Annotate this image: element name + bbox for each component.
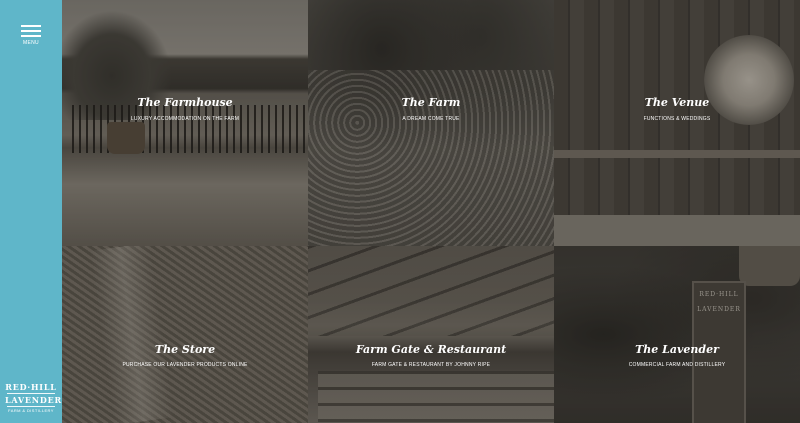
hamburger-icon-bar [21,30,41,32]
tile-shade [308,0,554,246]
tile-store[interactable]: The Store PURCHASE OUR LAVENDER PRODUCTS… [62,246,308,423]
sidebar: MENU RED·HILL LAVENDER FARM & DISTILLERY [0,0,62,423]
tile-title: The Farm [401,96,461,109]
tile-title: The Farmhouse [137,96,233,109]
tile-grid: The Farmhouse LUXURY ACCOMMODATION ON TH… [62,0,800,423]
tile-subtitle: COMMERCIAL FARM AND DISTILLERY [628,362,726,368]
menu-label: MENU [23,40,39,46]
tile-farmhouse[interactable]: The Farmhouse LUXURY ACCOMMODATION ON TH… [62,0,308,246]
tile-subtitle: LUXURY ACCOMMODATION ON THE FARM [130,116,240,122]
tile-title: Farm Gate & Restaurant [355,343,507,356]
tile-subtitle: FUNCTIONS & WEDDINGS [643,116,711,122]
tile-shade [554,0,800,246]
site-logo[interactable]: RED·HILL LAVENDER FARM & DISTILLERY [5,382,62,413]
tile-title: The Lavender [635,343,719,356]
tile-shade [62,246,308,423]
tile-shade [62,0,308,246]
tile-subtitle: FARM GATE & RESTAURANT BY JOHNNY RIPE [371,362,491,368]
tile-shade [308,246,554,423]
tile-title: The Venue [644,96,710,109]
logo-line-2: LAVENDER [5,395,62,405]
logo-divider [7,406,55,407]
tile-shade [554,246,800,423]
tile-venue[interactable]: The Venue FUNCTIONS & WEDDINGS [554,0,800,246]
menu-button[interactable]: MENU [18,22,44,48]
hamburger-icon [21,25,41,27]
logo-tagline: FARM & DISTILLERY [8,408,54,413]
tile-subtitle: PURCHASE OUR LAVENDER PRODUCTS ONLINE [122,362,248,368]
logo-divider [7,393,55,394]
tile-farm-gate-restaurant[interactable]: Farm Gate & Restaurant FARM GATE & RESTA… [308,246,554,423]
tile-farm[interactable]: The Farm A DREAM COME TRUE [308,0,554,246]
logo-line-1: RED·HILL [5,382,57,392]
tile-lavender[interactable]: RED·HILL LAVENDER The Lavender COMMERCIA… [554,246,800,423]
hamburger-icon-bar [21,35,41,37]
tile-title: The Store [154,343,216,356]
tile-subtitle: A DREAM COME TRUE [402,116,460,122]
